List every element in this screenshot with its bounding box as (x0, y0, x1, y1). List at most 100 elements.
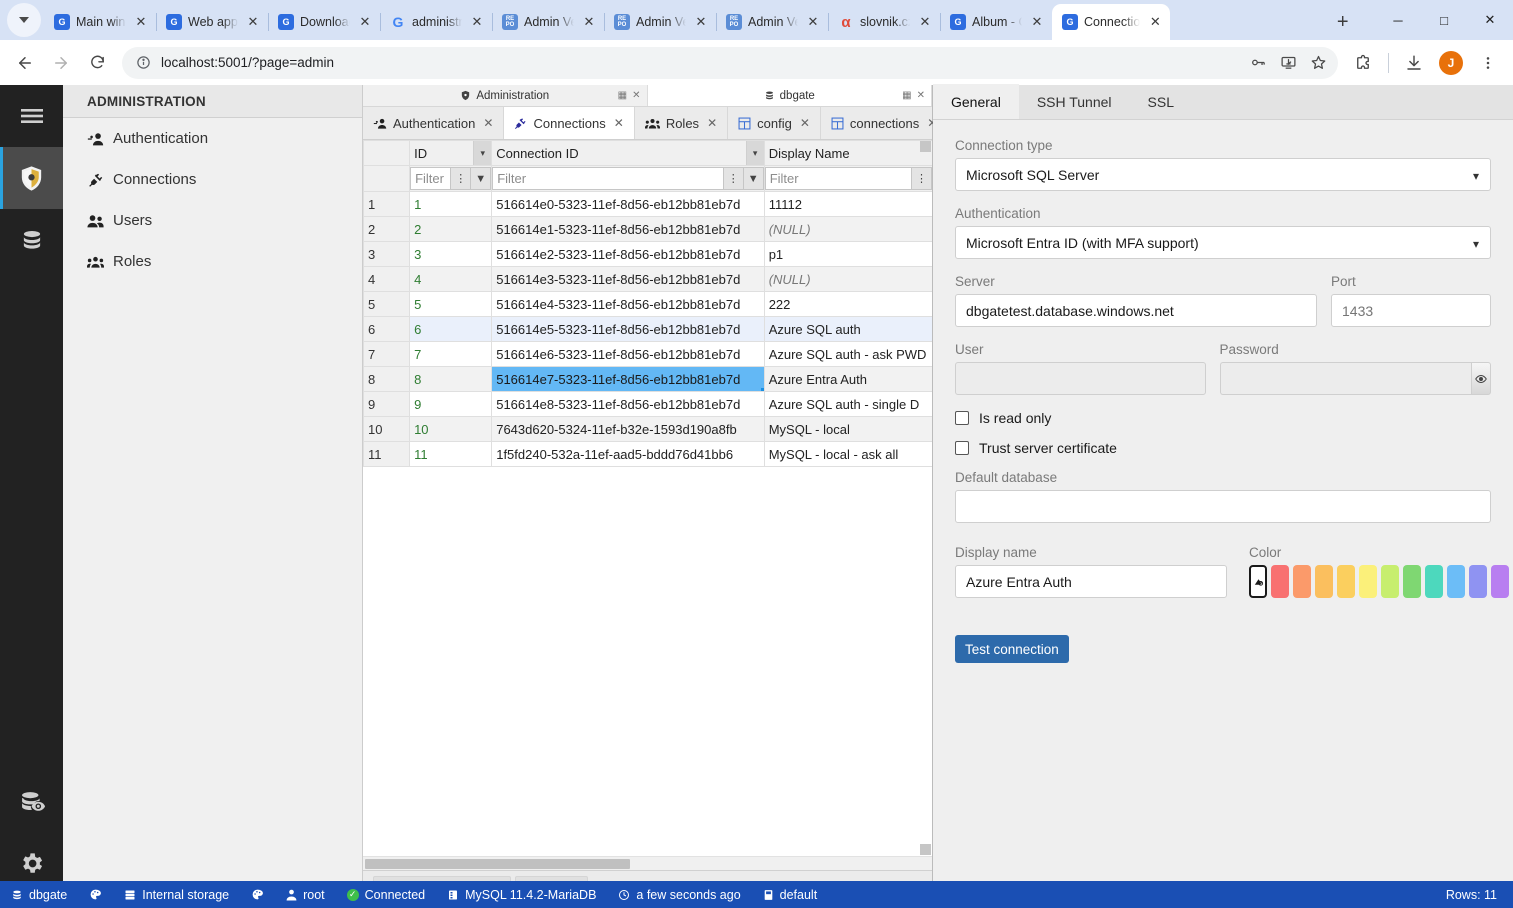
bookmark-star-icon[interactable] (1304, 49, 1332, 77)
cell-display-name[interactable]: MySQL - local - ask all (763, 441, 932, 467)
browser-tab[interactable]: G Main wind ✕ (44, 4, 157, 40)
profile-avatar[interactable]: J (1439, 50, 1463, 75)
horizontal-scrollbar[interactable] (363, 856, 932, 870)
cell-connection-id[interactable]: 516614e5-5323-11ef-8d56-eb12bb81eb7d (491, 316, 765, 342)
browser-tab[interactable]: G Album - C ✕ (940, 4, 1053, 40)
scroll-down-button[interactable] (920, 844, 931, 855)
user-input[interactable] (955, 362, 1206, 395)
status-database[interactable]: dbgate (0, 881, 78, 908)
password-key-icon[interactable] (1244, 49, 1272, 77)
hamburger-menu-button[interactable] (0, 85, 63, 147)
cell-connection-id[interactable]: 516614e6-5323-11ef-8d56-eb12bb81eb7d (491, 341, 765, 367)
color-swatch[interactable] (1469, 565, 1487, 598)
read-only-checkbox-row[interactable]: Is read only (955, 410, 1491, 426)
default-database-input[interactable] (955, 490, 1491, 523)
close-icon[interactable]: ✕ (1146, 13, 1164, 31)
sidebar-item-connections[interactable]: Connections (63, 159, 362, 200)
cell-connection-id[interactable]: 516614e7-5323-11ef-8d56-eb12bb81eb7d (491, 366, 765, 392)
close-icon[interactable]: ✕ (707, 116, 717, 130)
browser-tab[interactable]: G Connectio ✕ (1052, 4, 1171, 40)
workspace-tab-authentication[interactable]: Authentication ✕ (363, 107, 505, 139)
cell-id[interactable]: 11 (409, 441, 493, 467)
maximize-button[interactable]: □ (1421, 0, 1467, 40)
cell-display-name[interactable]: p1 (763, 241, 932, 267)
color-swatch[interactable] (1293, 565, 1311, 598)
close-icon[interactable]: ✕ (580, 13, 598, 31)
port-input[interactable] (1331, 294, 1491, 327)
color-swatch[interactable] (1425, 565, 1443, 598)
cell-display-name[interactable]: MySQL - local (763, 416, 932, 442)
close-icon[interactable]: ✕ (800, 116, 810, 130)
close-icon[interactable]: ✕ (468, 13, 486, 31)
split-icon[interactable]: ▦ (902, 90, 911, 101)
status-storage[interactable]: Internal storage (113, 881, 240, 908)
table-row[interactable]: 11 11 1f5fd240-532a-11ef-aad5-bddd76d41bb6… (363, 441, 932, 467)
table-row[interactable]: 7 7 516614e6-5323-11ef-8d56-eb12bb81eb7d Az… (363, 341, 932, 367)
cell-display-name[interactable]: (NULL) (763, 266, 932, 292)
color-swatch[interactable] (1403, 565, 1421, 598)
filter-menu-icon[interactable]: ⋮ (723, 167, 744, 190)
browser-tab[interactable]: RE PO Admin Ve ✕ (716, 4, 829, 40)
table-row[interactable]: 4 4 516614e3-5323-11ef-8d56-eb12bb81eb7d (N… (363, 266, 932, 292)
cell-connection-id[interactable]: 516614e3-5323-11ef-8d56-eb12bb81eb7d (491, 266, 765, 292)
filter-input-id[interactable] (410, 167, 452, 190)
forward-button[interactable] (44, 46, 78, 80)
cell-id[interactable]: 9 (409, 391, 493, 417)
color-swatch-none[interactable] (1249, 565, 1267, 598)
cell-id[interactable]: 7 (409, 341, 493, 367)
color-swatch[interactable] (1315, 565, 1333, 598)
cell-connection-id[interactable]: 7643d620-5324-11ef-b32e-1593d190a8fb (491, 416, 765, 442)
cell-id[interactable]: 3 (409, 241, 493, 267)
close-icon[interactable]: ✕ (804, 13, 822, 31)
table-row[interactable]: 6 6 516614e5-5323-11ef-8d56-eb12bb81eb7d Az… (363, 316, 932, 342)
cell-connection-id[interactable]: 516614e8-5323-11ef-8d56-eb12bb81eb7d (491, 391, 765, 417)
table-row[interactable]: 9 9 516614e8-5323-11ef-8d56-eb12bb81eb7d Az… (363, 391, 932, 417)
new-tab-button[interactable]: + (1329, 8, 1357, 36)
trust-certificate-checkbox[interactable] (955, 441, 969, 455)
table-row[interactable]: 5 5 516614e4-5323-11ef-8d56-eb12bb81eb7d 22… (363, 291, 932, 317)
sidebar-item-roles[interactable]: Roles (63, 241, 362, 282)
vertical-scrollbar[interactable] (918, 140, 932, 856)
color-swatch[interactable] (1491, 565, 1509, 598)
close-icon[interactable]: ✕ (916, 13, 934, 31)
cell-id[interactable]: 8 (409, 366, 493, 392)
table-row[interactable]: 8 8 516614e7-5323-11ef-8d56-eb12bb81eb7d Az… (363, 366, 932, 392)
status-server-version[interactable]: MySQL 11.4.2-MariaDB (436, 881, 607, 908)
filter-funnel-icon[interactable]: ▼ (471, 167, 491, 190)
scroll-up-button[interactable] (920, 141, 931, 152)
workspace-tab-roles[interactable]: Roles ✕ (635, 107, 729, 139)
close-icon[interactable]: ✕ (917, 90, 925, 101)
color-swatch[interactable] (1271, 565, 1289, 598)
table-row[interactable]: 10 10 7643d620-5324-11ef-b32e-1593d190a8fb… (363, 416, 932, 442)
close-window-button[interactable]: ✕ (1467, 0, 1513, 40)
cell-id[interactable]: 6 (409, 316, 493, 342)
cell-display-name[interactable]: Azure SQL auth (763, 316, 932, 342)
form-tab-ssl[interactable]: SSL (1130, 84, 1192, 119)
close-icon[interactable]: ✕ (692, 13, 710, 31)
password-input[interactable] (1219, 362, 1471, 395)
rail-item-database-preview[interactable] (0, 770, 63, 832)
color-swatch[interactable] (1337, 565, 1355, 598)
status-connected[interactable]: ✓ Connected (336, 881, 436, 908)
tab-search-button[interactable] (7, 3, 41, 37)
scrollbar-thumb[interactable] (365, 859, 630, 869)
minimize-button[interactable]: ─ (1375, 0, 1421, 40)
connection-type-select[interactable]: Microsoft SQL Server (955, 158, 1491, 191)
filter-input-connection-id[interactable] (492, 167, 724, 190)
close-icon[interactable]: ✕ (614, 116, 624, 130)
workspace-tab-connections[interactable]: Connections ✕ (504, 107, 635, 139)
chevron-down-icon[interactable]: ▾ (745, 141, 764, 165)
column-header-connection-id[interactable]: Connection ID ▾ (491, 140, 765, 166)
site-info-icon[interactable] (136, 55, 151, 70)
cell-id[interactable]: 5 (409, 291, 493, 317)
table-row[interactable]: 2 2 516614e1-5323-11ef-8d56-eb12bb81eb7d (N… (363, 216, 932, 242)
cell-id[interactable]: 1 (409, 191, 493, 217)
extensions-icon[interactable] (1346, 46, 1380, 80)
close-icon[interactable]: ✕ (632, 90, 640, 101)
browser-tab[interactable]: RE PO Admin Ve ✕ (604, 4, 717, 40)
pane-tab-dbgate[interactable]: dbgate ▦ ✕ (647, 85, 932, 106)
sidebar-item-authentication[interactable]: Authentication (63, 118, 362, 159)
trust-certificate-checkbox-row[interactable]: Trust server certificate (955, 440, 1491, 456)
column-header-id[interactable]: ID ▾ (409, 140, 493, 166)
cell-display-name[interactable]: Azure SQL auth - ask PWD (763, 341, 932, 367)
